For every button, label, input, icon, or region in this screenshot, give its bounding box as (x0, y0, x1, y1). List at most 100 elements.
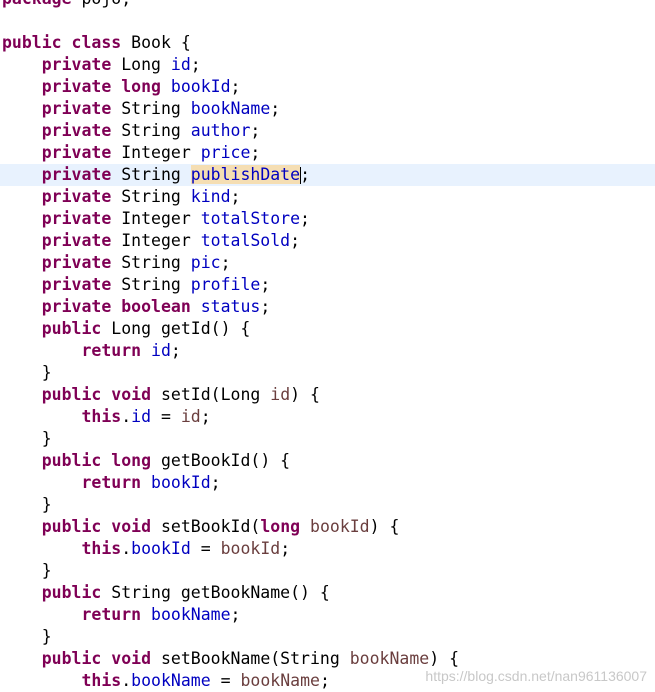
code-line[interactable]: private Integer totalStore; (0, 208, 655, 230)
code-token: ; (300, 165, 310, 184)
code-line[interactable]: package pojo; (0, 0, 655, 10)
field-token: price (200, 143, 251, 162)
code-token: ; (200, 407, 211, 426)
keyword-token: void (111, 385, 152, 404)
code-token: String getBookName() { (101, 583, 330, 602)
code-token: = (210, 671, 241, 690)
keyword-token: private (41, 253, 112, 272)
code-line[interactable]: public long getBookId() { (0, 450, 655, 472)
keyword-token: private (41, 99, 112, 118)
code-line[interactable]: private String author; (0, 120, 655, 142)
field-token: bookId (170, 77, 231, 96)
parameter-token: id (180, 407, 201, 426)
code-line[interactable]: private boolean status; (0, 296, 655, 318)
code-token: setBookId( (151, 517, 261, 536)
keyword-token: class (71, 33, 122, 52)
code-line[interactable]: public void setBookName(String bookName)… (0, 648, 655, 670)
code-line[interactable]: this.bookId = bookId; (0, 538, 655, 560)
code-token: } (2, 561, 52, 580)
code-token: Long getId() { (101, 319, 251, 338)
code-line[interactable]: public String getBookName() { (0, 582, 655, 604)
code-line[interactable]: this.id = id; (0, 406, 655, 428)
code-token: ; (190, 55, 201, 74)
code-token: ; (250, 143, 261, 162)
code-line[interactable]: return id; (0, 340, 655, 362)
field-token: profile (190, 275, 261, 294)
code-token: . (121, 539, 132, 558)
keyword-token: private (41, 143, 112, 162)
code-line[interactable]: } (0, 560, 655, 582)
code-token: String (111, 187, 191, 206)
keyword-token: long (260, 517, 301, 536)
code-line[interactable]: } (0, 428, 655, 450)
code-line[interactable]: } (0, 362, 655, 384)
code-line[interactable]: private Long id; (0, 54, 655, 76)
parameter-token: bookId (220, 539, 281, 558)
code-line[interactable]: private String kind; (0, 186, 655, 208)
code-editor[interactable]: package pojo; public class Book { privat… (0, 0, 655, 692)
keyword-token: private (41, 187, 112, 206)
code-line[interactable]: public void setId(Long id) { (0, 384, 655, 406)
code-line[interactable]: } (0, 626, 655, 648)
parameter-token: id (270, 385, 291, 404)
keyword-token: return (81, 605, 142, 624)
code-token: ; (250, 121, 261, 140)
code-token: String (111, 99, 191, 118)
code-token: String (111, 275, 191, 294)
field-token: bookName (151, 605, 231, 624)
field-token: id (131, 407, 152, 426)
code-token: . (121, 671, 132, 690)
code-line[interactable]: public class Book { (0, 32, 655, 54)
code-line[interactable]: public Long getId() { (0, 318, 655, 340)
code-line[interactable]: return bookId; (0, 472, 655, 494)
watermark: https://blog.csdn.net/nan961136007 (425, 668, 647, 684)
code-token: Integer (111, 143, 201, 162)
code-token: ; (260, 297, 271, 316)
code-token: = (190, 539, 221, 558)
code-line[interactable]: private Integer price; (0, 142, 655, 164)
parameter-token: bookName (240, 671, 320, 690)
code-line[interactable]: private String pic; (0, 252, 655, 274)
code-line[interactable]: private String bookName; (0, 98, 655, 120)
code-line[interactable]: private String profile; (0, 274, 655, 296)
keyword-token: public (41, 319, 102, 338)
field-token: status (200, 297, 261, 316)
keyword-token: public (41, 385, 102, 404)
code-token: getBookId() { (151, 451, 291, 470)
code-line[interactable]: return bookName; (0, 604, 655, 626)
keyword-token: private (41, 231, 112, 250)
current-code-line[interactable]: private String publishDate; (0, 164, 655, 186)
code-line[interactable] (0, 10, 655, 32)
code-line[interactable]: private Integer totalSold; (0, 230, 655, 252)
code-line[interactable]: public void setBookId(long bookId) { (0, 516, 655, 538)
keyword-token: package (2, 0, 72, 8)
parameter-token: bookId (310, 517, 370, 536)
code-token: setBookName(String (151, 649, 350, 668)
code-token: ) { (429, 649, 460, 668)
keyword-token: private (41, 121, 112, 140)
code-line[interactable]: } (0, 494, 655, 516)
code-token: pojo; (72, 0, 131, 8)
code-line[interactable]: private long bookId; (0, 76, 655, 98)
